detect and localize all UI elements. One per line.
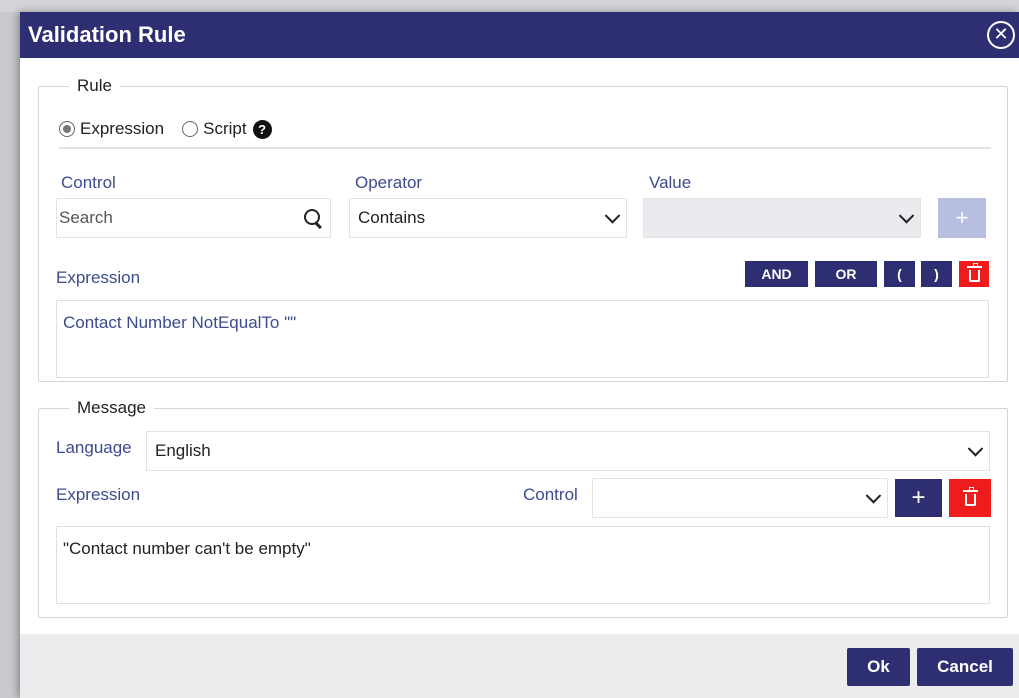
message-group: Message Language English Expression Cont… bbox=[38, 398, 1008, 618]
rule-expression-box[interactable]: Contact Number NotEqualTo "" bbox=[56, 300, 989, 378]
cancel-button[interactable]: Cancel bbox=[917, 648, 1013, 686]
ok-button[interactable]: Ok bbox=[847, 648, 910, 686]
control-search-placeholder: Search bbox=[59, 208, 113, 227]
chevron-down-icon bbox=[865, 488, 882, 504]
rule-legend: Rule bbox=[69, 76, 120, 96]
validation-rule-dialog: Validation Rule ✕ Rule Expression Script… bbox=[20, 12, 1019, 698]
operator-select[interactable]: Contains bbox=[349, 198, 627, 238]
control-label: Control bbox=[61, 173, 116, 192]
rule-expression-text: Contact Number NotEqualTo "" bbox=[63, 313, 297, 332]
dialog-title: Validation Rule bbox=[28, 22, 186, 47]
trash-icon bbox=[966, 262, 982, 282]
close-icon[interactable]: ✕ bbox=[987, 21, 1015, 49]
delete-expression-button[interactable] bbox=[959, 261, 989, 287]
add-condition-button[interactable]: + bbox=[938, 198, 986, 238]
message-text-box[interactable]: "Contact number can't be empty" bbox=[56, 526, 990, 604]
rule-expression-label: Expression bbox=[56, 268, 141, 287]
close-paren-button[interactable]: ) bbox=[921, 261, 952, 287]
help-icon[interactable]: ? bbox=[252, 119, 272, 139]
rule-group: Rule Expression Script ? Control Search … bbox=[38, 76, 1008, 382]
chevron-down-icon bbox=[898, 208, 915, 224]
radio-expression-circle[interactable] bbox=[59, 121, 75, 137]
value-select[interactable] bbox=[643, 198, 921, 238]
message-control-select[interactable] bbox=[592, 478, 888, 518]
radio-script-circle[interactable] bbox=[182, 121, 199, 137]
value-label: Value bbox=[649, 173, 692, 192]
rule-divider bbox=[59, 147, 991, 149]
trash-icon bbox=[962, 486, 978, 506]
radio-expression[interactable]: Expression bbox=[59, 119, 164, 139]
chevron-down-icon bbox=[967, 441, 984, 457]
rule-mode-radios: Expression Script ? bbox=[59, 119, 272, 139]
language-select-value: English bbox=[155, 441, 211, 460]
radio-script[interactable]: Script bbox=[182, 119, 247, 139]
delete-message-button[interactable] bbox=[949, 479, 991, 517]
or-button[interactable]: OR bbox=[815, 261, 877, 287]
open-paren-button[interactable]: ( bbox=[884, 261, 915, 287]
chevron-down-icon bbox=[604, 208, 621, 224]
radio-expression-label: Expression bbox=[80, 119, 165, 138]
dialog-titlebar: Validation Rule ✕ bbox=[20, 12, 1019, 58]
radio-script-label: Script bbox=[203, 119, 247, 138]
language-label: Language bbox=[56, 438, 132, 457]
operator-select-value: Contains bbox=[358, 208, 426, 227]
and-button[interactable]: AND bbox=[745, 261, 808, 287]
message-expression-label: Expression bbox=[56, 485, 141, 504]
operator-label: Operator bbox=[355, 173, 423, 192]
insert-control-button[interactable]: + bbox=[895, 479, 942, 517]
control-search-input[interactable]: Search bbox=[56, 198, 331, 238]
background-page-top bbox=[0, 0, 1019, 12]
message-control-label: Control bbox=[523, 485, 578, 504]
search-icon[interactable] bbox=[304, 209, 320, 225]
message-legend: Message bbox=[69, 398, 154, 418]
background-page bbox=[0, 0, 22, 698]
dialog-footer: Ok Cancel bbox=[20, 634, 1019, 698]
language-select[interactable]: English bbox=[146, 431, 990, 471]
message-text: "Contact number can't be empty" bbox=[63, 539, 311, 558]
